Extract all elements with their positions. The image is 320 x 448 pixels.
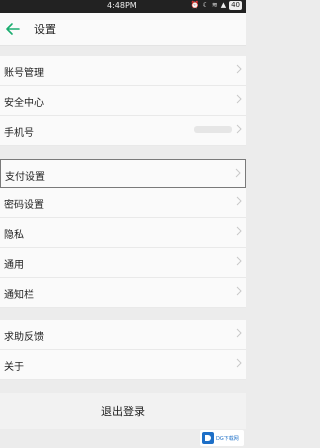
status-bar: 4:48PM ⏰ ☾ ≋ ▲ 40 [0,0,246,13]
settings-item-account-management[interactable]: 账号管理 [0,56,246,86]
chevron-right-icon [236,358,242,368]
settings-item-label: 支付设置 [5,172,45,183]
page-title: 设置 [34,23,56,36]
settings-item-password-settings[interactable]: 密码设置 [0,188,246,218]
chevron-right-icon [236,226,242,236]
settings-item-label: 通知栏 [4,290,34,301]
chevron-right-icon [236,256,242,266]
settings-group-help: 求助反馈 关于 [0,320,246,380]
settings-group-general: 支付设置 密码设置 隐私 通用 通知栏 [0,159,246,308]
alarm-icon: ⏰ [190,1,200,9]
status-icons: ⏰ ☾ ≋ ▲ 40 [191,1,242,10]
watermark-logo-icon [202,432,214,444]
settings-item-label: 安全中心 [4,98,44,109]
section-gap [0,46,246,56]
back-arrow-icon[interactable] [4,20,22,38]
settings-item-general[interactable]: 通用 [0,248,246,278]
section-gap [0,146,246,159]
settings-item-security-center[interactable]: 安全中心 [0,86,246,116]
settings-item-label: 关于 [4,362,24,373]
logout-label: 退出登录 [101,405,145,418]
phone-number-value-redacted [194,126,232,133]
wifi-icon: ≋ [211,1,218,9]
settings-item-label: 手机号 [4,128,34,139]
signal-icon: ▲ [220,1,227,9]
chevron-right-icon [236,64,242,74]
battery-icon: 40 [229,1,242,10]
settings-item-label: 求助反馈 [4,332,44,343]
logout-button[interactable]: 退出登录 [0,393,246,429]
settings-item-label: 密码设置 [4,200,44,211]
settings-group-account: 账号管理 安全中心 手机号 [0,56,246,146]
settings-item-label: 通用 [4,260,24,271]
chevron-right-icon [236,124,242,134]
settings-item-privacy[interactable]: 隐私 [0,218,246,248]
watermark: DG下载网 [200,430,244,446]
chevron-right-icon [236,196,242,206]
chevron-right-icon [235,168,241,178]
status-time: 4:48PM [107,1,137,10]
section-gap [0,308,246,320]
watermark-text: DG下载网 [216,435,239,442]
title-bar: 设置 [0,13,246,46]
chevron-right-icon [236,328,242,338]
settings-item-payment-settings[interactable]: 支付设置 [0,159,246,188]
settings-item-phone-number[interactable]: 手机号 [0,116,246,146]
settings-item-label: 隐私 [4,230,24,241]
settings-item-notification-bar[interactable]: 通知栏 [0,278,246,308]
moon-icon: ☾ [202,1,209,9]
settings-item-help-feedback[interactable]: 求助反馈 [0,320,246,350]
settings-item-label: 账号管理 [4,68,44,79]
chevron-right-icon [236,286,242,296]
settings-item-about[interactable]: 关于 [0,350,246,380]
chevron-right-icon [236,94,242,104]
